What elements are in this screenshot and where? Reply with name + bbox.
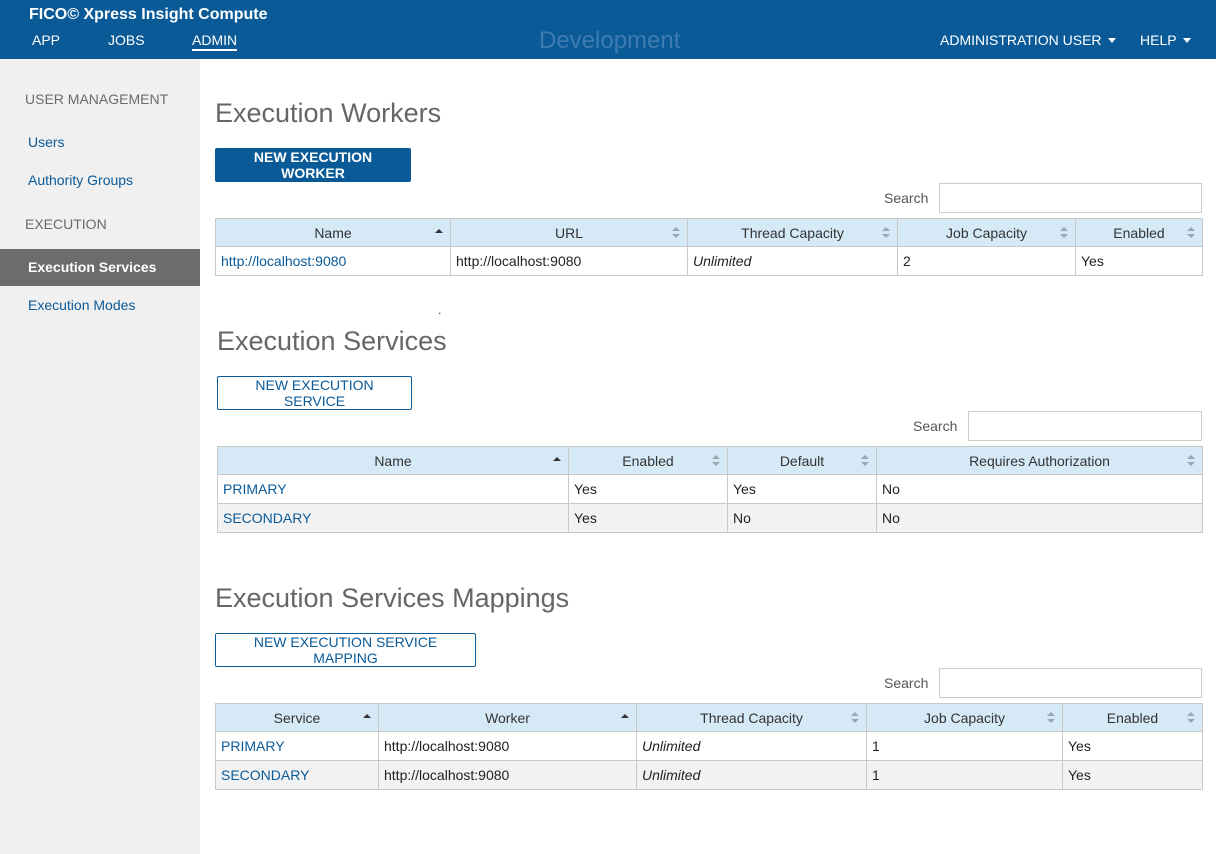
new-execution-service-mapping-button[interactable]: NEW EXECUTION SERVICE MAPPING — [215, 633, 476, 667]
sidebar: USER MANAGEMENT Users Authority Groups E… — [0, 59, 200, 854]
sort-asc-icon — [553, 455, 561, 467]
sort-icon — [1187, 227, 1195, 239]
mapping-worker: http://localhost:9080 — [378, 760, 637, 790]
nav-admin[interactable]: ADMIN — [192, 32, 238, 51]
table-row: http://localhost:9080 http://localhost:9… — [215, 246, 1203, 276]
caret-down-icon — [1107, 37, 1116, 43]
col-header-url[interactable]: URL — [450, 218, 688, 247]
sort-asc-icon — [435, 227, 443, 239]
mappings-search-input[interactable] — [939, 668, 1202, 698]
caret-down-icon — [1182, 37, 1191, 43]
sort-icon — [882, 227, 890, 239]
col-header-job-capacity[interactable]: Job Capacity — [897, 218, 1076, 247]
help-menu[interactable]: HELP — [1140, 32, 1191, 48]
sidebar-section-execution: EXECUTION — [25, 216, 107, 232]
col-header-enabled[interactable]: Enabled — [568, 446, 728, 475]
workers-table: Name URL Thread Capacity Job Capacity En… — [215, 218, 1203, 276]
mapping-service-link[interactable]: PRIMARY — [215, 731, 379, 761]
worker-enabled: Yes — [1075, 246, 1203, 276]
col-header-job-capacity[interactable]: Job Capacity — [866, 703, 1063, 732]
sidebar-item-execution-services[interactable]: Execution Services — [0, 249, 200, 286]
worker-url: http://localhost:9080 — [450, 246, 688, 276]
service-default: Yes — [727, 474, 877, 504]
workers-title: Execution Workers — [215, 98, 442, 128]
sort-icon — [1060, 227, 1068, 239]
worker-thread-capacity: Unlimited — [687, 246, 898, 276]
col-header-enabled[interactable]: Enabled — [1075, 218, 1203, 247]
table-row: PRIMARY Yes Yes No — [217, 474, 1203, 504]
app-title: FICO© Xpress Insight Compute — [29, 6, 268, 23]
help-menu-label: HELP — [1140, 32, 1177, 48]
sort-asc-icon — [621, 712, 629, 724]
nav-app[interactable]: APP — [32, 32, 60, 48]
mapping-job-capacity: 1 — [866, 731, 1063, 761]
table-row: PRIMARY http://localhost:9080 Unlimited … — [215, 731, 1203, 761]
workers-search-label: Search — [884, 190, 929, 206]
service-name-link[interactable]: PRIMARY — [217, 474, 569, 504]
mapping-enabled: Yes — [1062, 731, 1203, 761]
services-table: Name Enabled Default Requires Authorizat… — [217, 446, 1203, 533]
col-header-thread-capacity[interactable]: Thread Capacity — [636, 703, 867, 732]
environment-label: Development — [539, 27, 681, 54]
mapping-enabled: Yes — [1062, 760, 1203, 790]
service-name-link[interactable]: SECONDARY — [217, 503, 569, 533]
col-header-requires-authorization[interactable]: Requires Authorization — [876, 446, 1203, 475]
table-row: SECONDARY http://localhost:9080 Unlimite… — [215, 760, 1203, 790]
separator-dot: . — [438, 303, 442, 317]
table-row: SECONDARY Yes No No — [217, 503, 1203, 533]
col-header-thread-capacity[interactable]: Thread Capacity — [687, 218, 898, 247]
top-navbar: FICO© Xpress Insight Compute APP JOBS AD… — [0, 0, 1216, 59]
sort-icon — [861, 455, 869, 467]
mappings-table: Service Worker Thread Capacity Job Capac… — [215, 703, 1203, 790]
mapping-thread-capacity: Unlimited — [636, 731, 867, 761]
service-requires-authorization: No — [876, 474, 1203, 504]
col-header-name[interactable]: Name — [215, 218, 451, 247]
worker-name-link[interactable]: http://localhost:9080 — [215, 246, 451, 276]
col-header-enabled[interactable]: Enabled — [1062, 703, 1203, 732]
sidebar-item-authority-groups[interactable]: Authority Groups — [28, 172, 133, 188]
sort-icon — [1047, 712, 1055, 724]
sort-icon — [851, 712, 859, 724]
col-header-worker[interactable]: Worker — [378, 703, 637, 732]
sidebar-item-execution-modes[interactable]: Execution Modes — [28, 297, 135, 313]
sort-icon — [1187, 712, 1195, 724]
sidebar-item-label: Execution Services — [28, 259, 157, 275]
mappings-title: Execution Services Mappings — [215, 583, 570, 613]
user-menu[interactable]: ADMINISTRATION USER — [940, 32, 1116, 48]
sort-icon — [1187, 455, 1195, 467]
sidebar-item-users[interactable]: Users — [28, 134, 65, 150]
service-default: No — [727, 503, 877, 533]
mappings-search-label: Search — [884, 675, 929, 691]
service-enabled: Yes — [568, 474, 728, 504]
services-search-label: Search — [913, 418, 958, 434]
user-menu-label: ADMINISTRATION USER — [940, 32, 1102, 48]
mapping-thread-capacity: Unlimited — [636, 760, 867, 790]
sort-icon — [672, 227, 680, 239]
col-header-default[interactable]: Default — [727, 446, 877, 475]
service-enabled: Yes — [568, 503, 728, 533]
mapping-job-capacity: 1 — [866, 760, 1063, 790]
services-search-input[interactable] — [968, 411, 1202, 441]
nav-jobs[interactable]: JOBS — [108, 32, 145, 48]
new-execution-worker-button[interactable]: NEW EXECUTION WORKER — [215, 148, 411, 182]
mapping-worker: http://localhost:9080 — [378, 731, 637, 761]
sidebar-section-user-management: USER MANAGEMENT — [25, 91, 169, 107]
new-execution-service-button[interactable]: NEW EXECUTION SERVICE — [217, 376, 412, 410]
col-header-service[interactable]: Service — [215, 703, 379, 732]
services-title: Execution Services — [217, 326, 447, 356]
workers-search-input[interactable] — [939, 183, 1202, 213]
sort-asc-icon — [363, 712, 371, 724]
service-requires-authorization: No — [876, 503, 1203, 533]
col-header-name[interactable]: Name — [217, 446, 569, 475]
mapping-service-link[interactable]: SECONDARY — [215, 760, 379, 790]
worker-job-capacity: 2 — [897, 246, 1076, 276]
sort-icon — [712, 455, 720, 467]
